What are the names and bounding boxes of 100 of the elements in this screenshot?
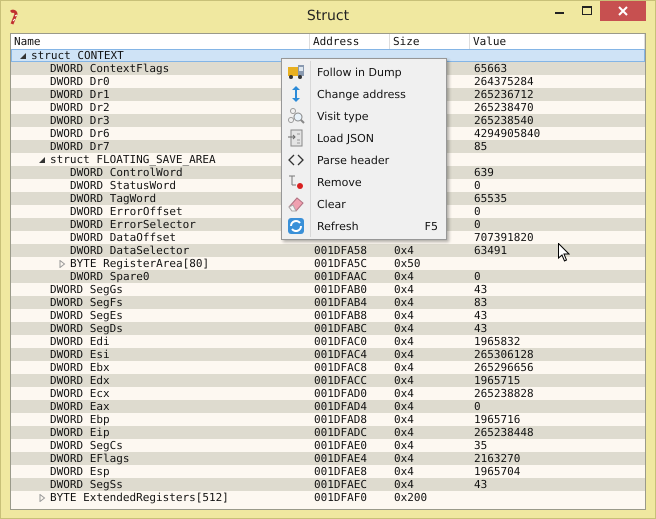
table-cell: 639 [474,166,494,179]
name-text[interactable]: DWORD Eax [50,400,110,413]
table-cell: 0 [474,400,481,413]
name-text[interactable]: DWORD StatusWord [70,179,176,192]
menu-item[interactable]: Load JSON [282,127,446,149]
name-text[interactable]: DWORD Edi [50,335,110,348]
table-cell: 265238540 [474,114,534,127]
table-cell: 001DFAB0 [314,283,367,296]
expand-arrow-icon[interactable] [39,494,46,502]
name-text[interactable]: DWORD Dr2 [50,101,110,114]
close-button[interactable] [600,1,646,21]
name-text[interactable]: DWORD Esi [50,348,110,361]
table-cell: 707391820 [474,231,534,244]
table-cell: 1965704 [474,465,520,478]
name-text[interactable]: DWORD Dr1 [50,88,110,101]
name-text[interactable]: DWORD EFlags [50,452,130,465]
name-text[interactable]: DWORD DataOffset [70,231,176,244]
name-text[interactable]: DWORD Dr6 [50,127,110,140]
window-title: Struct [306,8,350,24]
table-cell: 65663 [474,62,508,75]
menu-item[interactable]: Refresh F5 [282,215,446,237]
name-text[interactable]: struct FLOATING_SAVE_AREA [50,153,216,166]
menu-item[interactable]: Change address [282,83,446,105]
name-text[interactable]: DWORD Edx [50,374,110,387]
table-cell: 0x4 [394,322,414,335]
table-cell: 001DFAC0 [314,335,367,348]
table-cell: 43 [474,478,488,491]
collapse-arrow-icon[interactable] [20,52,27,60]
name-text[interactable]: DWORD SegGs [50,283,123,296]
table-cell: 83 [474,296,488,309]
menu-item[interactable]: Follow in Dump [282,61,446,83]
name-text[interactable]: DWORD ErrorOffset [70,205,183,218]
menu-item[interactable]: Remove [282,171,446,193]
table-cell: 0x4 [394,361,414,374]
table-cell: 0x4 [394,270,414,283]
name-text[interactable]: DWORD ErrorSelector [70,218,196,231]
table-cell: 0x4 [394,335,414,348]
table-cell: 0x4 [394,426,414,439]
table-cell: 265238448 [474,426,534,439]
table-cell: 0 [474,270,481,283]
table-cell: 0 [474,179,481,192]
menu-item[interactable]: Visit type [282,105,446,127]
name-text[interactable]: DWORD SegCs [50,439,123,452]
table-cell: 001DFAB8 [314,309,367,322]
table-cell: 0x4 [394,296,414,309]
table-cell: 0x4 [394,374,414,387]
name-text[interactable]: BYTE ExtendedRegisters[512] [50,491,229,504]
maximize-icon [582,6,592,16]
name-text[interactable]: DWORD Dr0 [50,75,110,88]
table-cell: 0 [474,205,481,218]
name-text[interactable]: struct CONTEXT [31,50,124,61]
name-text[interactable]: DWORD SegSs [50,478,123,491]
table-cell: 265236712 [474,88,534,101]
expand-arrow-icon[interactable] [59,260,66,268]
table-cell: 0x4 [394,465,414,478]
name-text[interactable]: DWORD Eip [50,426,110,439]
name-text[interactable]: DWORD SegEs [50,309,123,322]
name-text[interactable]: DWORD Dr7 [50,140,110,153]
table-cell: 001DFAB4 [314,296,367,309]
table-cell: 85 [474,140,488,153]
table-cell: 264375284 [474,75,534,88]
table-cell: 001DFA5C [314,257,367,270]
table-cell: 001DFAE0 [314,439,367,452]
table-cell: 0x4 [394,348,414,361]
table-cell: 265238470 [474,101,534,114]
document-import-icon [287,129,305,147]
name-text[interactable]: DWORD Ecx [50,387,110,400]
mouse-cursor-icon [558,243,570,262]
table-cell: 265238828 [474,387,534,400]
table-cell: 001DFAC4 [314,348,367,361]
name-text[interactable]: BYTE RegisterArea[80] [70,257,210,270]
table-cell: 265306128 [474,348,534,361]
name-text[interactable]: DWORD ControlWord [70,166,183,179]
name-text[interactable]: DWORD Spare0 [70,270,150,283]
table-cell: 001DFAEC [314,478,367,491]
table-cell: 0x4 [394,439,414,452]
table-cell: 001DFABC [314,322,367,335]
table-cell: 4294905840 [474,127,540,140]
name-text[interactable]: DWORD DataSelector [70,244,190,257]
name-text[interactable]: DWORD Esp [50,465,110,478]
menu-item[interactable]: Clear [282,193,446,215]
name-text[interactable]: DWORD Dr3 [50,114,110,127]
table-cell: 001DFAC8 [314,361,367,374]
table-cell: 001DFAE4 [314,452,367,465]
name-text[interactable]: DWORD ContextFlags [50,62,170,75]
table-cell: 001DFADC [314,426,367,439]
name-text[interactable]: DWORD SegFs [50,296,123,309]
table-cell: 001DFAD8 [314,413,367,426]
table-cell: 0x200 [394,491,428,504]
table-cell: 0x4 [394,400,414,413]
name-text[interactable]: DWORD SegDs [50,322,123,335]
table-cell: 001DFAAC [314,270,367,283]
name-text[interactable]: DWORD Ebx [50,361,110,374]
close-icon [618,6,628,16]
collapse-arrow-icon[interactable] [39,156,46,164]
table-cell: 65535 [474,192,508,205]
eraser-icon [287,195,305,213]
name-text[interactable]: DWORD TagWord [70,192,156,205]
menu-item[interactable]: Parse header [282,149,446,171]
name-text[interactable]: DWORD Ebp [50,413,110,426]
